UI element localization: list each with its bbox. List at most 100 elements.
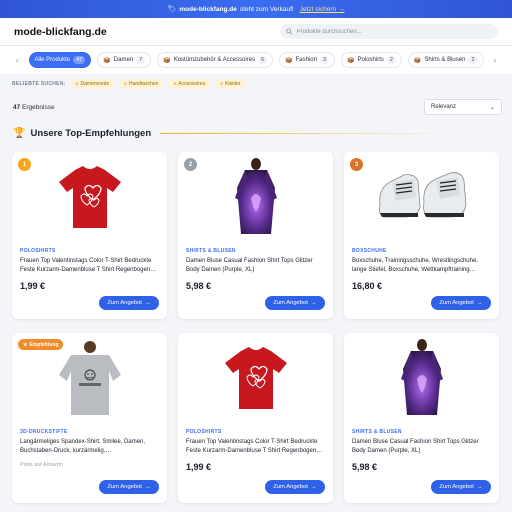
popular-searches: BELIEBTE SUCHEN: ⌕ Damenmode ⌕ Handtaschen… [0, 74, 512, 94]
category-chip-all[interactable]: Alle Produkte 47 [28, 52, 92, 68]
product-category: BOXSCHUHE [352, 248, 387, 254]
category-chip-fashion[interactable]: 📦 Fashion 3 [279, 52, 336, 68]
product-image[interactable] [344, 152, 499, 242]
product-price: 1,99 € [186, 462, 212, 472]
box-icon: 📦 [163, 57, 171, 64]
popular-tag[interactable]: ⌕ Damenmode [70, 79, 115, 89]
offer-button-label: Zum Angebot [273, 484, 308, 490]
product-price: 5,98 € [352, 462, 378, 472]
arrow-right-icon: → [310, 484, 317, 490]
offer-button-label: Zum Angebot [273, 300, 308, 306]
product-price: 1,99 € [20, 281, 46, 291]
popular-tag[interactable]: ⌕ Handtaschen [119, 79, 164, 89]
product-card[interactable]: SHIRTS & BLUSEN Damen Bluse Casual Fashi… [344, 333, 499, 503]
product-card[interactable]: 2 SHIRTS & BLUSEN Damen Bluse Casual Fas… [178, 152, 333, 319]
product-title[interactable]: Frauen Top Valentinstags Color T-Shirt B… [178, 438, 333, 456]
trophy-icon: 🏆 [13, 127, 26, 139]
product-grid: 1 POLOSHIRTS Frauen Top Valentinstags Co… [12, 152, 500, 503]
product-card[interactable]: ★ Empfehlung 3D-DRUCKSTIFTE Langärmeliges… [12, 333, 167, 503]
offer-button-label: Zum Angebot [439, 484, 474, 490]
search-icon: ⌕ [124, 81, 127, 87]
category-bar: ‹ Alle Produkte 47 📦 Damen 7 📦 Kostümzub… [0, 46, 512, 74]
result-number: 47 [13, 103, 21, 111]
popular-tag[interactable]: ⌕ Kleider [215, 79, 246, 89]
offer-button[interactable]: Zum Angebot → [265, 480, 325, 494]
box-icon: 📦 [103, 57, 111, 64]
site-header: mode-blickfang.de [0, 18, 512, 46]
banner-text: steht zum Verkauf! [239, 5, 294, 13]
category-count: 3 [319, 56, 330, 64]
search-icon [286, 28, 293, 35]
offer-button-label: Zum Angebot [107, 300, 142, 306]
offer-button[interactable]: Zum Angebot → [431, 480, 491, 494]
result-label: Ergebnisse [22, 103, 55, 111]
offer-button[interactable]: Zum Angebot → [99, 296, 159, 310]
search-input[interactable] [296, 28, 492, 35]
product-title[interactable]: Damen Bluse Casual Fashion Shirt Tops Gl… [344, 438, 499, 456]
product-image[interactable] [344, 333, 499, 423]
category-count: 6 [258, 56, 268, 64]
product-title[interactable]: Langärmeliges Spandex-Shirt, Smilee, Dam… [12, 438, 167, 456]
product-image[interactable] [12, 152, 167, 242]
arrow-right-icon: → [144, 300, 151, 306]
sort-value: Relevanz [431, 104, 457, 110]
arrow-right-icon: → [144, 484, 151, 490]
product-card[interactable]: 3 BOXSCHUHE Boxschuhe, Trainingsschuhe, … [344, 152, 499, 319]
offer-button[interactable]: Zum Angebot → [265, 296, 325, 310]
category-chip-poloshirts[interactable]: 📦 Poloshirts 2 [341, 52, 402, 68]
chevron-left-icon[interactable]: ‹ [12, 54, 23, 66]
product-price: 16,80 € [352, 281, 383, 291]
search-icon: ⌕ [220, 81, 224, 87]
rank-badge: 1 [18, 158, 31, 171]
section-divider [160, 132, 461, 134]
category-label: Kostümzubehör & Accessoires [173, 57, 256, 63]
offer-button-label: Zum Angebot [107, 484, 142, 490]
product-category: SHIRTS & BLUSEN [352, 429, 402, 435]
product-card[interactable]: 1 POLOSHIRTS Frauen Top Valentinstags Co… [12, 152, 167, 319]
product-image[interactable] [178, 333, 333, 423]
category-chip-damen[interactable]: 📦 Damen 7 [97, 52, 152, 68]
star-icon: ★ [23, 341, 28, 348]
rank-badge: 3 [350, 158, 363, 171]
product-title[interactable]: Frauen Top Valentinstags Color T-Shirt B… [12, 257, 167, 275]
product-title[interactable]: Boxschuhe, Trainingsschuhe, Wrestlingsch… [344, 257, 499, 275]
arrow-right-icon: → [476, 300, 483, 306]
popular-tag-label: Damenmode [80, 81, 110, 87]
banner-link[interactable]: Jetzt sichern → [300, 6, 345, 13]
product-image[interactable] [178, 152, 333, 242]
popular-label: BELIEBTE SUCHEN: [12, 81, 66, 87]
popular-tag-label: Accessoires [178, 81, 206, 87]
category-count: 7 [136, 56, 146, 64]
product-category: 3D-DRUCKSTIFTE [20, 429, 68, 435]
product-category: SHIRTS & BLUSEN [186, 248, 236, 254]
category-count: 2 [386, 56, 396, 64]
chevron-right-icon[interactable]: › [490, 54, 501, 66]
product-price: 5,98 € [186, 281, 212, 291]
section-header: 🏆 Unsere Top-Empfehlungen [0, 122, 512, 144]
sale-banner: 🏷 mode-blickfang.de steht zum Verkauf! J… [0, 0, 512, 18]
search-icon: ⌕ [75, 81, 79, 87]
popular-tag-label: Handtaschen [128, 81, 159, 87]
site-logo[interactable]: mode-blickfang.de [14, 26, 107, 38]
category-chip-shirts[interactable]: 📦 Shirts & Blusen 2 [407, 52, 484, 68]
popular-tag-label: Kleider [225, 81, 241, 87]
category-chip-kostuem[interactable]: 📦 Kostümzubehör & Accessoires 6 [157, 52, 274, 68]
sort-select[interactable]: Relevanz ⌄ [424, 99, 502, 115]
category-label: Shirts & Blusen [424, 57, 466, 63]
arrow-right-icon: → [310, 300, 317, 306]
recommendation-badge: ★ Empfehlung [18, 339, 64, 350]
search-box[interactable] [280, 24, 498, 39]
section-title: Unsere Top-Empfehlungen [30, 127, 152, 139]
box-icon: 📦 [285, 57, 293, 64]
category-label: Alle Produkte [34, 57, 71, 63]
category-label: Fashion [295, 57, 317, 63]
offer-button[interactable]: Zum Angebot → [99, 480, 159, 494]
offer-button[interactable]: Zum Angebot → [431, 296, 491, 310]
product-category: POLOSHIRTS [186, 429, 222, 435]
product-title[interactable]: Damen Bluse Casual Fashion Shirt Tops Gl… [178, 257, 333, 275]
box-icon: 📦 [347, 57, 355, 64]
product-card[interactable]: POLOSHIRTS Frauen Top Valentinstags Colo… [178, 333, 333, 503]
popular-tag[interactable]: ⌕ Accessoires [168, 79, 211, 89]
offer-button-label: Zum Angebot [439, 300, 474, 306]
search-icon: ⌕ [173, 81, 177, 87]
